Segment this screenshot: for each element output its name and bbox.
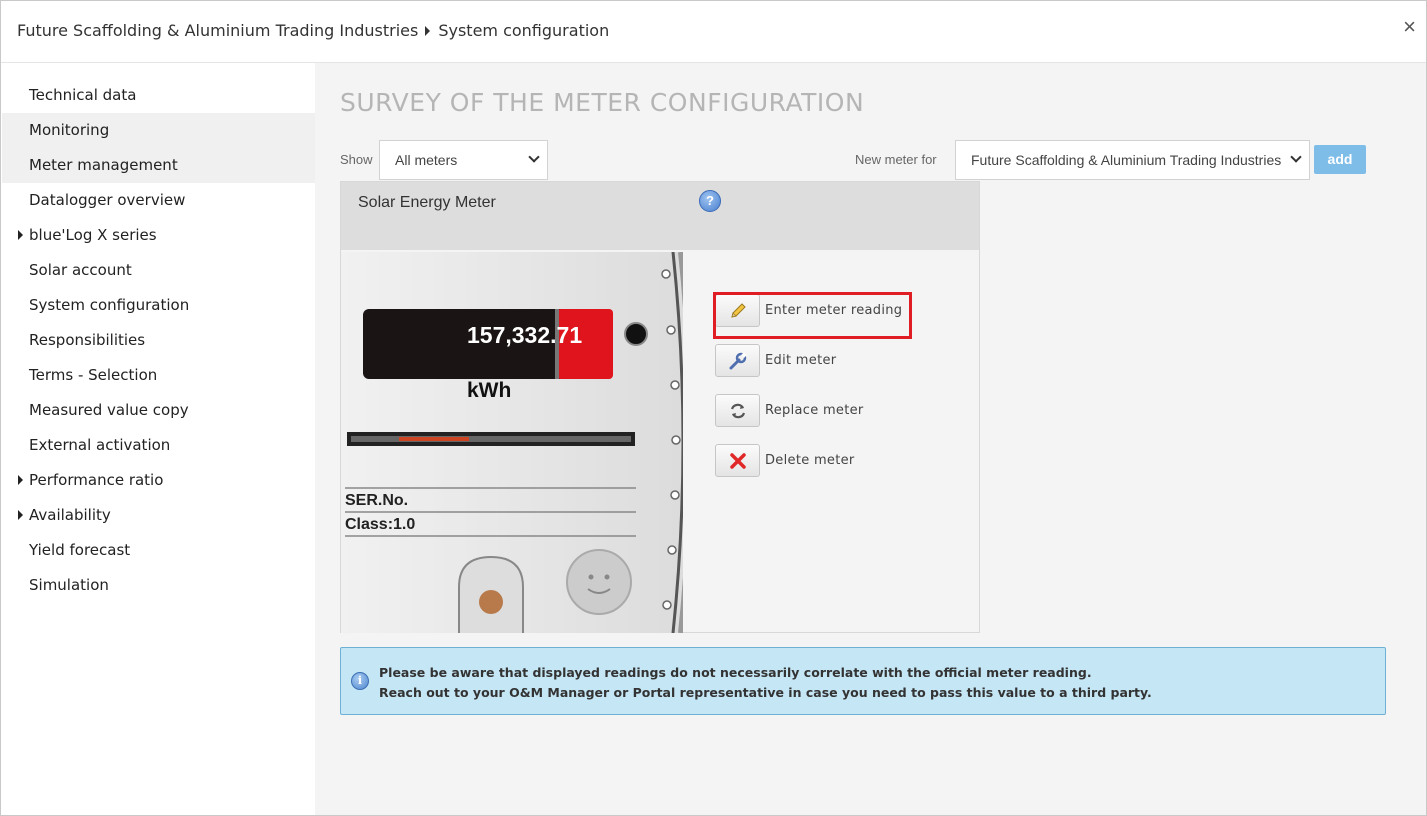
sidebar-item-solar-account[interactable]: Solar account: [2, 253, 315, 288]
sidebar-item-label: Availability: [29, 506, 111, 524]
replace-meter-label: Replace meter: [765, 403, 864, 418]
sidebar-item-label: Monitoring: [29, 121, 110, 139]
add-meter-button[interactable]: add: [1314, 145, 1366, 174]
chevron-down-icon: [528, 151, 540, 163]
show-filter-value: All meters: [395, 152, 458, 168]
sidebar-item-label: Responsibilities: [29, 331, 146, 349]
sidebar-item-label: System configuration: [29, 296, 190, 314]
wrench-icon: [729, 351, 747, 369]
sidebar-item-meter-management[interactable]: Meter management: [2, 148, 315, 183]
sidebar-item-external-activation[interactable]: External activation: [2, 428, 315, 463]
sidebar-item-measured-value-copy[interactable]: Measured value copy: [2, 393, 315, 428]
sidebar-item-label: Measured value copy: [29, 401, 189, 419]
sidebar-item-label: Datalogger overview: [29, 191, 186, 209]
sidebar-item-simulation[interactable]: Simulation: [2, 568, 315, 603]
breadcrumb: Future Scaffolding & Aluminium Trading I…: [17, 21, 609, 40]
new-meter-for-select[interactable]: Future Scaffolding & Aluminium Trading I…: [955, 140, 1310, 180]
sidebar-item-label: Technical data: [29, 86, 137, 104]
pencil-icon-button[interactable]: [715, 294, 760, 327]
caret-right-icon: [18, 475, 23, 485]
sidebar-item-bluelog-x-series[interactable]: blue'Log X series: [2, 218, 315, 253]
wrench-icon-button[interactable]: [715, 344, 760, 377]
meter-image: 157,332.71 kWh SER.No. Class:1.0: [341, 252, 683, 633]
enter-meter-reading-label: Enter meter reading: [765, 303, 903, 318]
meter-class-label: Class:1.0: [345, 516, 416, 533]
close-icon[interactable]: ×: [1403, 16, 1416, 38]
breadcrumb-page: System configuration: [438, 21, 610, 40]
edit-meter-button[interactable]: Edit meter: [715, 344, 905, 377]
caret-right-icon: [18, 510, 23, 520]
sidebar-item-performance-ratio[interactable]: Performance ratio: [2, 463, 315, 498]
sidebar-item-label: blue'Log X series: [29, 226, 157, 244]
enter-meter-reading-button[interactable]: Enter meter reading: [715, 294, 905, 327]
breadcrumb-separator-icon: [425, 25, 431, 36]
x-icon: [729, 452, 746, 469]
replace-meter-button[interactable]: Replace meter: [715, 394, 905, 427]
sidebar-item-monitoring[interactable]: Monitoring: [2, 113, 315, 148]
sidebar-item-label: Yield forecast: [29, 541, 131, 559]
chevron-down-icon: [1290, 151, 1302, 163]
sidebar: Technical data Monitoring Meter manageme…: [2, 63, 315, 815]
sidebar-item-terms-selection[interactable]: Terms - Selection: [2, 358, 315, 393]
pencil-icon: [730, 302, 746, 318]
sidebar-item-technical-data[interactable]: Technical data: [2, 78, 315, 113]
sidebar-item-responsibilities[interactable]: Responsibilities: [2, 323, 315, 358]
info-notice: i Please be aware that displayed reading…: [340, 647, 1386, 715]
sidebar-item-label: External activation: [29, 436, 171, 454]
meter-card-header: Solar Energy Meter ?: [341, 182, 979, 250]
sidebar-item-label: Performance ratio: [29, 471, 164, 489]
edit-meter-label: Edit meter: [765, 353, 837, 368]
page-title: SURVEY OF THE METER CONFIGURATION: [340, 88, 865, 117]
meter-title: Solar Energy Meter: [358, 194, 496, 211]
sidebar-item-label: Meter management: [29, 156, 178, 174]
notice-text: Please be aware that displayed readings …: [379, 663, 1152, 703]
show-label: Show: [340, 152, 373, 167]
caret-right-icon: [18, 230, 23, 240]
configuration-dialog: Future Scaffolding & Aluminium Trading I…: [0, 0, 1427, 816]
meter-unit: kWh: [467, 379, 512, 402]
x-icon-button[interactable]: [715, 444, 760, 477]
sidebar-item-yield-forecast[interactable]: Yield forecast: [2, 533, 315, 568]
main-content: SURVEY OF THE METER CONFIGURATION Show A…: [315, 63, 1426, 815]
refresh-icon: [730, 403, 745, 418]
help-icon[interactable]: ?: [699, 190, 721, 212]
info-icon: i: [351, 672, 369, 690]
delete-meter-label: Delete meter: [765, 453, 855, 468]
sidebar-item-datalogger-overview[interactable]: Datalogger overview: [2, 183, 315, 218]
new-meter-label: New meter for: [855, 152, 937, 167]
refresh-icon-button[interactable]: [715, 394, 760, 427]
dialog-header: Future Scaffolding & Aluminium Trading I…: [1, 1, 1426, 63]
breadcrumb-company[interactable]: Future Scaffolding & Aluminium Trading I…: [17, 21, 418, 40]
sidebar-item-system-configuration[interactable]: System configuration: [2, 288, 315, 323]
meter-card: Solar Energy Meter ? 157,332.71 kWh SER.…: [340, 181, 980, 633]
notice-line-2: Reach out to your O&M Manager or Portal …: [379, 685, 1152, 700]
sidebar-item-label: Solar account: [29, 261, 132, 279]
show-filter-select[interactable]: All meters: [379, 140, 548, 180]
notice-line-1: Please be aware that displayed readings …: [379, 665, 1092, 680]
meter-reading: 157,332.71: [467, 322, 583, 348]
meter-serial-label: SER.No.: [345, 492, 409, 509]
meter-illustration: [341, 252, 683, 633]
sidebar-item-availability[interactable]: Availability: [2, 498, 315, 533]
delete-meter-button[interactable]: Delete meter: [715, 444, 905, 477]
new-meter-for-value: Future Scaffolding & Aluminium Trading I…: [971, 152, 1282, 168]
sidebar-item-label: Simulation: [29, 576, 109, 594]
sidebar-item-label: Terms - Selection: [29, 366, 158, 384]
